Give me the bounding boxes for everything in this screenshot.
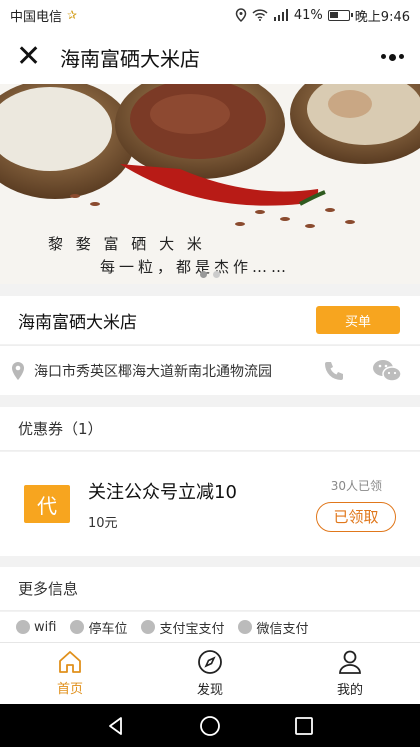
carrier-label: 中国电信 bbox=[10, 9, 63, 25]
battery-icon bbox=[327, 9, 353, 21]
shop-info-row: 海南富硒大米店 买单 bbox=[0, 296, 420, 344]
home-circle-icon[interactable] bbox=[199, 715, 221, 737]
wechat-icon[interactable] bbox=[372, 358, 402, 384]
back-icon[interactable] bbox=[106, 716, 126, 736]
coupon-title: 关注公众号立减10 bbox=[88, 481, 237, 503]
parking-icon bbox=[70, 620, 85, 634]
title-bar: ✕ 海南富硒大米店 bbox=[0, 30, 420, 84]
close-icon[interactable]: ✕ bbox=[16, 42, 52, 72]
phone-icon[interactable] bbox=[322, 359, 346, 383]
facility-parking: 停车位 bbox=[70, 618, 127, 637]
tab-mine[interactable]: 我的 bbox=[280, 643, 420, 704]
facility-alipay: 支付宝支付 bbox=[141, 618, 224, 637]
clock: 晚上9:46 bbox=[354, 9, 410, 25]
signal-icon bbox=[273, 9, 288, 21]
address-text: 海口市秀英区椰海大道新南北通物流园 bbox=[34, 363, 272, 380]
coupon-type-badge: 代 bbox=[24, 485, 70, 523]
page-title: 海南富硒大米店 bbox=[60, 46, 200, 71]
coupon-card[interactable]: 代 关注公众号立减10 10元 30人已领 已领取 bbox=[0, 452, 420, 556]
shop-name: 海南富硒大米店 bbox=[18, 312, 137, 333]
recents-icon[interactable] bbox=[294, 716, 314, 736]
system-nav-bar bbox=[0, 704, 420, 747]
banner-carousel[interactable]: 黎 婺 富 硒 大 米 每一粒，都是杰作…… bbox=[0, 84, 420, 284]
tab-home[interactable]: 首页 bbox=[0, 643, 140, 704]
hd-icon: ✰ bbox=[67, 8, 78, 22]
status-bar: 中国电信 ✰ 41% 晚上9:46 bbox=[0, 0, 420, 30]
location-pin-icon bbox=[12, 361, 24, 380]
bottom-tab-bar: 首页 发现 我的 bbox=[0, 642, 420, 704]
home-icon bbox=[59, 651, 81, 673]
tab-discover[interactable]: 发现 bbox=[140, 643, 280, 704]
facility-wechat-pay: 微信支付 bbox=[238, 618, 308, 637]
user-icon bbox=[339, 650, 361, 674]
coupon-taken-count: 30人已领 bbox=[330, 478, 382, 493]
wifi-icon bbox=[252, 9, 268, 21]
wechat-pay-icon bbox=[238, 620, 253, 634]
compass-icon bbox=[198, 650, 222, 674]
facilities-list: wifi 停车位 支付宝支付 微信支付 bbox=[0, 612, 420, 642]
banner-image: 黎 婺 富 硒 大 米 每一粒，都是杰作…… bbox=[0, 84, 420, 284]
alipay-icon bbox=[141, 620, 156, 634]
location-icon bbox=[235, 8, 247, 22]
pay-button[interactable]: 买单 bbox=[316, 306, 400, 334]
address-row[interactable]: 海口市秀英区椰海大道新南北通物流园 bbox=[0, 345, 420, 395]
claimed-button[interactable]: 已领取 bbox=[316, 501, 396, 532]
more-options-icon[interactable] bbox=[381, 53, 404, 61]
wifi-icon bbox=[16, 620, 30, 634]
battery-percent: 41% bbox=[293, 7, 323, 23]
coupons-heading: 优惠券（1） bbox=[0, 407, 420, 451]
carousel-dots bbox=[0, 271, 420, 278]
more-info-heading: 更多信息 bbox=[0, 567, 420, 611]
facility-wifi: wifi bbox=[16, 620, 56, 635]
banner-slogan-line1: 黎 婺 富 硒 大 米 bbox=[48, 235, 206, 253]
coupon-value: 10元 bbox=[88, 515, 118, 531]
